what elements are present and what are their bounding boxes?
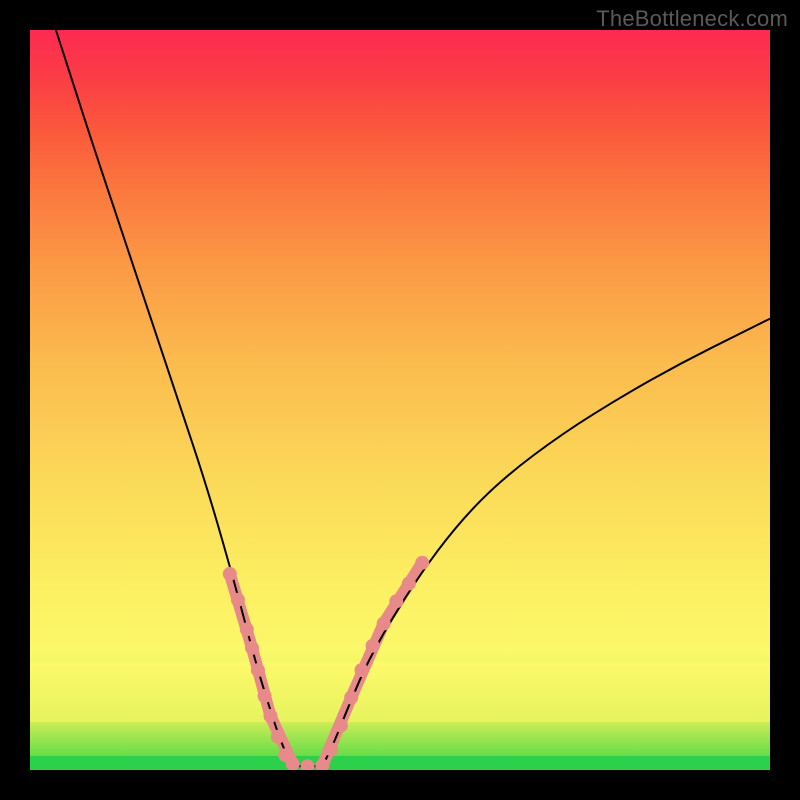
marker-right-dots-7 [389,594,403,608]
chart-svg [30,30,770,770]
marker-left-dots-2 [240,622,254,636]
marker-right-dots-2 [334,719,348,733]
marker-left-dots-4 [251,663,265,677]
marker-left-dots-7 [271,730,285,744]
curve-right-curve [322,319,770,767]
marker-left-dots-1 [231,593,245,607]
marker-right-dots-1 [324,742,338,756]
marker-right-dots-5 [366,639,380,653]
marker-right-dots-9 [415,556,429,570]
marker-left-dots-6 [264,709,278,723]
plot-area [30,30,770,770]
watermark-text: TheBottleneck.com [596,6,788,32]
marker-right-dots-6 [377,617,391,631]
marker-right-dots-3 [344,691,358,705]
marker-left-dots-5 [258,689,272,703]
marker-right-dots-4 [355,663,369,677]
marker-left-dots-10 [301,759,315,770]
curves-group [56,30,770,766]
marker-right-dots-8 [402,577,416,591]
marker-left-dots-0 [223,567,237,581]
stage: TheBottleneck.com [0,0,800,800]
marker-left-dots-3 [245,641,259,655]
